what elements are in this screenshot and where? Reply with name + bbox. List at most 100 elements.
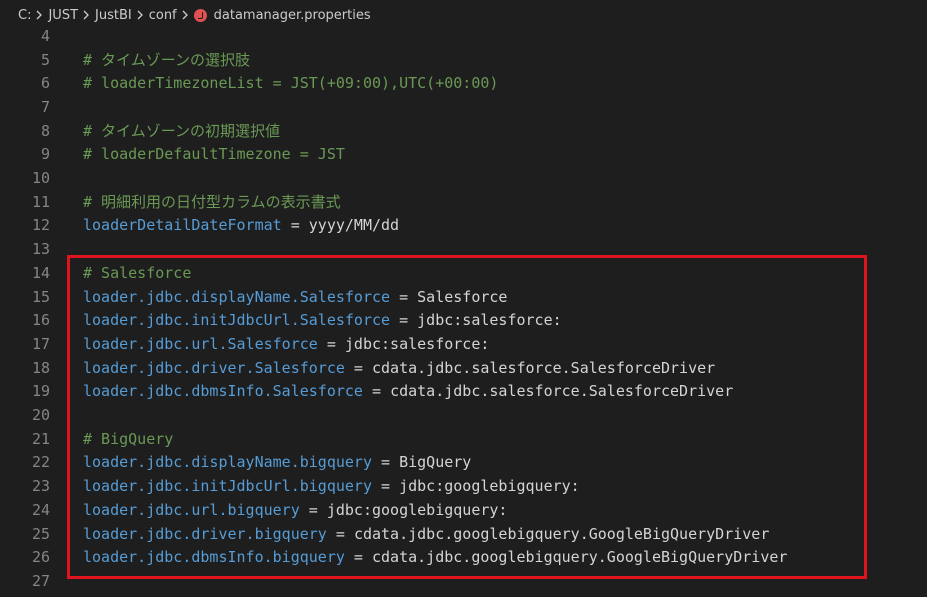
comment-text: # タイムゾーンの初期選択値 <box>83 122 281 141</box>
code-line[interactable]: 11 # 明細利用の日付型カラムの表示書式 <box>0 190 927 214</box>
code-line[interactable]: 22 loader.jdbc.displayName.bigquery = Big… <box>0 451 927 475</box>
property-key: loader.jdbc.dbmsInfo.Salesforce <box>83 382 363 401</box>
property-value: BigQuery <box>399 453 472 472</box>
chevron-right-icon <box>36 10 43 20</box>
equals-sign: = <box>299 500 327 519</box>
code-text: # タイムゾーンの選択肢 <box>83 49 250 70</box>
properties-file-icon <box>193 8 207 22</box>
line-number: 6 <box>40 74 50 93</box>
line-number: 4 <box>40 30 50 45</box>
code-line[interactable]: 16 loader.jdbc.initJdbcUrl.Salesforce = j… <box>0 308 927 332</box>
code-line[interactable]: 8 # タイムゾーンの初期選択値 <box>0 119 927 143</box>
property-key: loader.jdbc.initJdbcUrl.Salesforce <box>83 311 391 330</box>
code-line[interactable]: 10 <box>0 166 927 190</box>
code-text: # loaderDefaultTimezone = JST <box>83 145 345 163</box>
property-key: loader.jdbc.displayName.bigquery <box>83 453 372 472</box>
line-number: 9 <box>40 145 50 164</box>
code-line[interactable]: 21 # BigQuery <box>0 427 927 451</box>
code-text: # タイムゾーンの初期選択値 <box>83 120 280 141</box>
line-number: 16 <box>31 311 50 330</box>
line-number: 22 <box>31 453 50 472</box>
property-key: loader.jdbc.initJdbcUrl.bigquery <box>83 477 372 496</box>
code-line[interactable]: 5 # タイムゾーンの選択肢 <box>0 48 927 72</box>
property-key: loader.jdbc.url.Salesforce <box>83 334 318 353</box>
code-line[interactable]: 25 loader.jdbc.driver.bigquery = cdata.jd… <box>0 522 927 546</box>
line-number: 18 <box>31 358 50 377</box>
code-text: loader.jdbc.displayName.Salesforce = Sal… <box>83 288 507 306</box>
line-number: 20 <box>31 406 50 425</box>
property-value: jdbc:salesforce: <box>417 311 562 330</box>
breadcrumb-item-drive[interactable]: C: <box>18 8 31 23</box>
code-text: loader.jdbc.driver.Salesforce = cdata.jd… <box>83 359 715 377</box>
code-line[interactable]: 13 <box>0 237 927 261</box>
property-value: cdata.jdbc.googlebigquery.GoogleBigQuery… <box>353 524 770 543</box>
line-number: 12 <box>31 216 50 235</box>
equals-sign: = <box>344 358 372 377</box>
code-line[interactable]: 9 # loaderDefaultTimezone = JST <box>0 143 927 167</box>
line-number: 7 <box>40 97 50 116</box>
property-key: loader.jdbc.driver.Salesforce <box>83 358 345 377</box>
line-number: 13 <box>31 240 50 259</box>
code-line[interactable]: 14 # Salesforce <box>0 261 927 285</box>
equals-sign: = <box>326 524 354 543</box>
property-key: loader.jdbc.dbmsInfo.bigquery <box>83 548 345 567</box>
property-value: jdbc:googlebigquery: <box>326 500 508 519</box>
property-value: jdbc:salesforce: <box>344 334 490 353</box>
property-key: loader.jdbc.url.bigquery <box>83 500 300 519</box>
code-text: # 明細利用の日付型カラムの表示書式 <box>83 191 341 212</box>
property-key: loader.jdbc.driver.bigquery <box>83 524 327 543</box>
code-line[interactable]: 15 loader.jdbc.displayName.Salesforce = S… <box>0 285 927 309</box>
code-line[interactable]: 24 loader.jdbc.url.bigquery = jdbc:google… <box>0 498 927 522</box>
code-text: loader.jdbc.dbmsInfo.bigquery = cdata.jd… <box>83 548 787 566</box>
code-text: loader.jdbc.driver.bigquery = cdata.jdbc… <box>83 525 769 543</box>
comment-text: # Salesforce <box>83 263 192 282</box>
chevron-right-icon <box>182 10 189 20</box>
line-number: 19 <box>31 382 50 401</box>
equals-sign: = <box>344 548 372 567</box>
code-line[interactable]: 20 <box>0 403 927 427</box>
equals-sign: = <box>317 334 345 353</box>
equals-sign: = <box>390 287 418 306</box>
code-line[interactable]: 23 loader.jdbc.initJdbcUrl.bigquery = jdb… <box>0 474 927 498</box>
line-number: 11 <box>31 192 50 211</box>
breadcrumb-file[interactable]: datamanager.properties <box>214 8 371 23</box>
breadcrumb-item-justbi[interactable]: JustBI <box>95 8 132 23</box>
code-line[interactable]: 4 <box>0 30 927 48</box>
code-line[interactable]: 18 loader.jdbc.driver.Salesforce = cdata.… <box>0 356 927 380</box>
line-number: 14 <box>31 263 50 282</box>
line-number: 15 <box>31 287 50 306</box>
code-line[interactable]: 12 loaderDetailDateFormat = yyyy/MM/dd <box>0 214 927 238</box>
code-line[interactable]: 26 loader.jdbc.dbmsInfo.bigquery = cdata.… <box>0 545 927 569</box>
comment-text: # 明細利用の日付型カラムの表示書式 <box>83 193 341 212</box>
breadcrumb-item-conf[interactable]: conf <box>149 8 177 23</box>
code-text: # loaderTimezoneList = JST(+09:00),UTC(+… <box>83 74 498 92</box>
line-number: 25 <box>31 524 50 543</box>
code-text: loader.jdbc.initJdbcUrl.Salesforce = jdb… <box>83 311 562 329</box>
property-value: cdata.jdbc.salesforce.SalesforceDriver <box>390 382 734 401</box>
property-key: loaderDetailDateFormat <box>83 216 282 235</box>
comment-text: # タイムゾーンの選択肢 <box>83 51 251 70</box>
comment-text: # loaderTimezoneList = JST(+09:00),UTC(+… <box>83 74 499 93</box>
line-number: 24 <box>31 500 50 519</box>
property-value: cdata.jdbc.salesforce.SalesforceDriver <box>372 358 716 377</box>
code-line[interactable]: 6 # loaderTimezoneList = JST(+09:00),UTC(… <box>0 71 927 95</box>
code-editor[interactable]: 4 5 # タイムゾーンの選択肢 6 # loaderTimezoneList = JS… <box>0 30 927 597</box>
code-text: loader.jdbc.url.Salesforce = jdbc:salesf… <box>83 335 489 353</box>
code-line[interactable]: 17 loader.jdbc.url.Salesforce = jdbc:sale… <box>0 332 927 356</box>
code-line[interactable]: 27 <box>0 569 927 593</box>
code-line[interactable]: 7 <box>0 95 927 119</box>
code-text: loaderDetailDateFormat = yyyy/MM/dd <box>83 216 399 234</box>
line-number: 5 <box>40 50 50 69</box>
property-key: loader.jdbc.displayName.Salesforce <box>83 287 391 306</box>
code-line[interactable]: 19 loader.jdbc.dbmsInfo.Salesforce = cdat… <box>0 380 927 404</box>
code-text: loader.jdbc.url.bigquery = jdbc:googlebi… <box>83 501 507 519</box>
breadcrumb-item-just[interactable]: JUST <box>48 8 78 23</box>
chevron-right-icon <box>83 10 90 20</box>
property-value: cdata.jdbc.googlebigquery.GoogleBigQuery… <box>372 548 788 567</box>
code-text: loader.jdbc.displayName.bigquery = BigQu… <box>83 453 471 471</box>
equals-sign: = <box>281 216 309 235</box>
chevron-right-icon <box>137 10 144 20</box>
property-value: jdbc:googlebigquery: <box>399 477 580 496</box>
comment-text: # BigQuery <box>83 429 174 448</box>
code-text: # Salesforce <box>83 264 191 282</box>
